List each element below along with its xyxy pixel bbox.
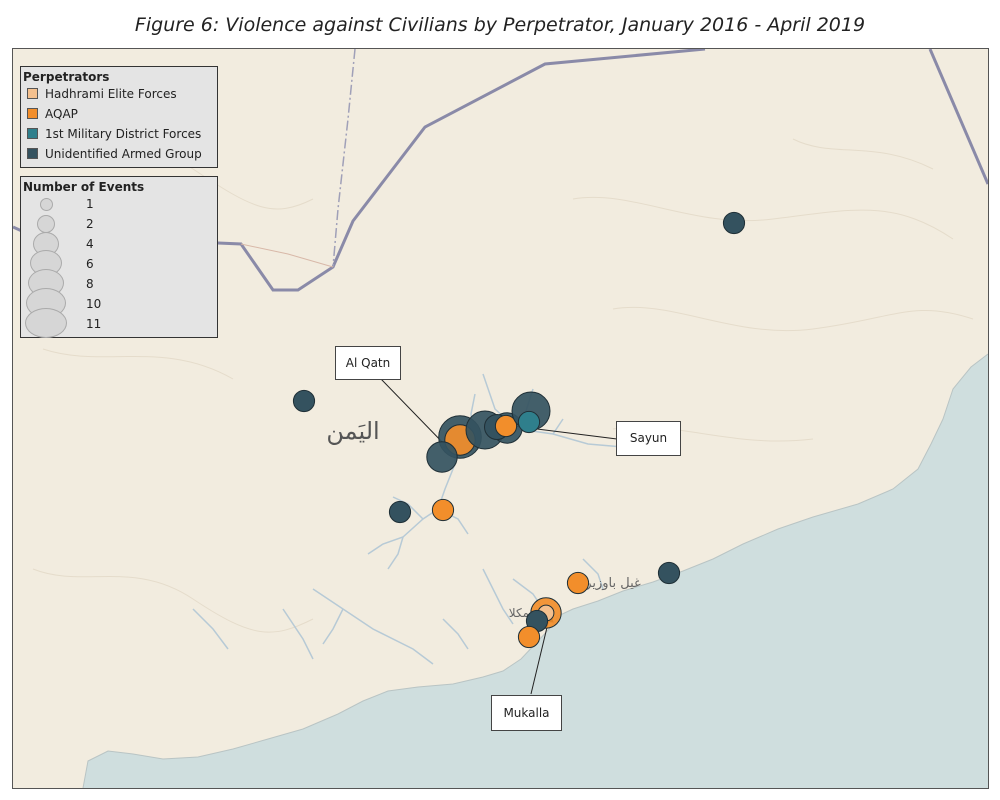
- event-marker[interactable]: [431, 498, 455, 522]
- size-circle: [40, 198, 53, 211]
- legend-item-hadhrami-elite-forces[interactable]: Hadhrami Elite Forces: [21, 84, 217, 104]
- figure-title: Figure 6: Violence against Civilians by …: [134, 14, 866, 36]
- event-marker[interactable]: [426, 441, 458, 473]
- hadhrami-swatch: [27, 88, 38, 99]
- country-label: اليَمن: [326, 417, 379, 445]
- callout-sayun: Sayun: [616, 421, 681, 456]
- event-count-legend: Number of Events 1 2 4 6 8 10 11: [20, 176, 218, 338]
- event-marker[interactable]: [722, 211, 746, 235]
- size-circle: [37, 215, 55, 233]
- size-legend-item: 2: [21, 214, 217, 234]
- event-marker[interactable]: [566, 571, 590, 595]
- perpetrator-legend-title: Perpetrators: [23, 70, 110, 84]
- event-marker[interactable]: [517, 410, 541, 434]
- event-marker[interactable]: [657, 561, 681, 585]
- unidentified-swatch: [27, 148, 38, 159]
- aqap-swatch: [27, 108, 38, 119]
- legend-item-aqap[interactable]: AQAP: [21, 104, 217, 124]
- size-legend-item: 1: [21, 194, 217, 214]
- callout-al-qatn: Al Qatn: [335, 346, 401, 380]
- event-count-legend-title: Number of Events: [23, 180, 145, 194]
- event-marker[interactable]: [517, 625, 541, 649]
- callout-mukalla: Mukalla: [491, 695, 562, 731]
- size-circle: [25, 308, 67, 338]
- size-legend-item: 11: [21, 308, 217, 338]
- legend-item-1st-military-district[interactable]: 1st Military District Forces: [21, 124, 217, 144]
- legend-item-unidentified-armed-group[interactable]: Unidentified Armed Group: [21, 144, 217, 164]
- event-marker[interactable]: [292, 389, 316, 413]
- perpetrator-legend: Perpetrators Hadhrami Elite Forces AQAP …: [20, 66, 218, 168]
- town-label: غيل باوزير: [584, 576, 641, 591]
- event-marker[interactable]: [388, 500, 412, 524]
- military-district-swatch: [27, 128, 38, 139]
